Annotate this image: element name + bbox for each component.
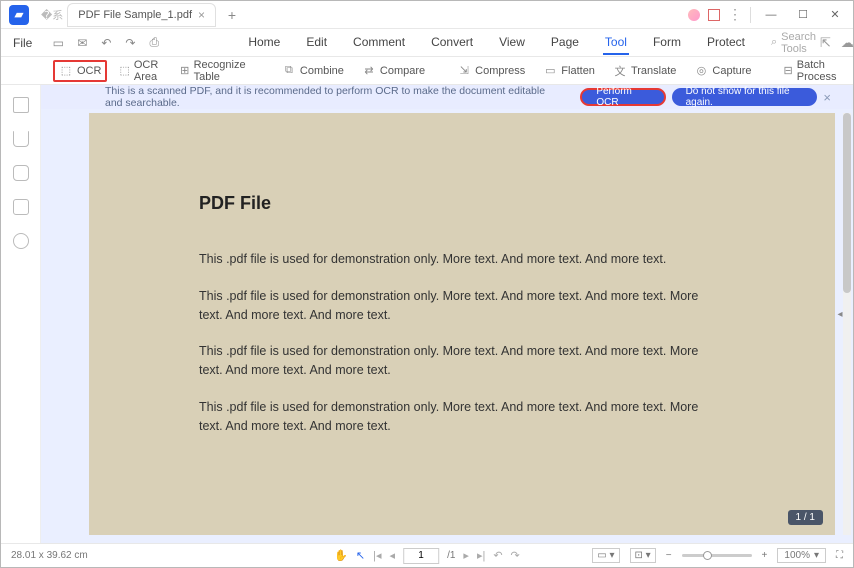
view-mode-icon[interactable]: ▭ ▾	[592, 548, 619, 563]
zoom-level[interactable]: 100%▾	[777, 548, 826, 563]
fit-mode-icon[interactable]: ⊡ ▾	[630, 548, 656, 563]
select-tool-icon[interactable]: ↖	[356, 549, 365, 562]
menu-tool[interactable]: Tool	[603, 31, 629, 55]
attachments-icon[interactable]	[13, 165, 29, 181]
compare-icon: ⇄	[362, 64, 376, 78]
menu-convert[interactable]: Convert	[429, 31, 475, 55]
document-page: PDF File This .pdf file is used for demo…	[89, 113, 835, 535]
menubar: File ▭ ✉ ↶ ↷ ⎙ Home Edit Comment Convert…	[1, 29, 853, 57]
statusbar: 28.01 x 39.62 cm ✋ ↖ |◂ ◂ /1 ▸ ▸| ↶ ↷ ▭ …	[1, 543, 853, 567]
zoom-out-icon[interactable]: −	[666, 550, 672, 561]
document-viewport: This is a scanned PDF, and it is recomme…	[41, 85, 853, 543]
right-panel-handle[interactable]: ◂	[837, 299, 843, 329]
table-icon: ⊞	[180, 64, 190, 78]
new-tab-button[interactable]: +	[222, 7, 242, 23]
notification-icon[interactable]	[708, 9, 720, 21]
profile-icon[interactable]	[688, 9, 700, 21]
save-icon[interactable]: ▭	[50, 35, 66, 51]
app-icon: ▰	[9, 5, 29, 25]
capture-button[interactable]: ◎Capture	[688, 61, 757, 81]
combine-button[interactable]: ⧉Combine	[276, 61, 350, 81]
batch-icon: ⊟	[784, 64, 793, 78]
compress-icon: ⇲	[457, 64, 471, 78]
chevron-down-icon: ▾	[814, 550, 819, 561]
menu-home[interactable]: Home	[246, 31, 282, 55]
doc-paragraph: This .pdf file is used for demonstration…	[199, 342, 725, 380]
hand-tool-icon[interactable]: ✋	[334, 549, 348, 562]
ocr-banner: This is a scanned PDF, and it is recomme…	[41, 85, 853, 109]
cloud-icon[interactable]: ☁	[841, 35, 854, 51]
document-tab[interactable]: PDF File Sample_1.pdf ×	[67, 3, 216, 27]
menu-edit[interactable]: Edit	[304, 31, 329, 55]
close-button[interactable]: ✕	[823, 5, 847, 25]
batch-button[interactable]: ⊟Batch Process	[778, 56, 848, 86]
translate-icon: 文	[613, 64, 627, 78]
layers-icon[interactable]	[13, 199, 29, 215]
last-page-icon[interactable]: ▸|	[477, 549, 485, 562]
compare-button[interactable]: ⇄Compare	[356, 61, 431, 81]
ocr-area-icon: ⬚	[119, 64, 129, 78]
flatten-button[interactable]: ▭Flatten	[537, 61, 601, 81]
menu-view[interactable]: View	[497, 31, 527, 55]
file-menu[interactable]: File	[7, 34, 38, 52]
first-page-icon[interactable]: |◂	[373, 549, 381, 562]
zoom-slider[interactable]	[682, 554, 752, 557]
flatten-icon: ▭	[543, 64, 557, 78]
toolbar: ⬚OCR ⬚OCR Area ⊞Recognize Table ⧉Combine…	[1, 57, 853, 85]
doc-paragraph: This .pdf file is used for demonstration…	[199, 250, 725, 269]
titlebar: ▰ �系 PDF File Sample_1.pdf × + ⋮ — ☐ ✕	[1, 1, 853, 29]
search-tools[interactable]: ⌕ Search Tools	[771, 31, 816, 55]
combine-icon: ⧉	[282, 64, 296, 78]
vertical-scrollbar[interactable]	[843, 113, 851, 535]
recognize-table-button[interactable]: ⊞Recognize Table	[174, 56, 256, 86]
tab-title: PDF File Sample_1.pdf	[78, 9, 192, 21]
doc-paragraph: This .pdf file is used for demonstration…	[199, 287, 725, 325]
perform-ocr-button[interactable]: Perform OCR	[580, 88, 665, 106]
zoom-in-icon[interactable]: +	[762, 550, 768, 561]
page-total: /1	[447, 550, 455, 561]
print-icon[interactable]: ⎙	[146, 35, 162, 51]
menu-page[interactable]: Page	[549, 31, 581, 55]
main-menu: Home Edit Comment Convert View Page Tool…	[246, 31, 747, 55]
compress-button[interactable]: ⇲Compress	[451, 61, 531, 81]
redo-icon[interactable]: ↷	[122, 35, 138, 51]
fullscreen-icon[interactable]: ⛶	[836, 550, 843, 561]
menu-protect[interactable]: Protect	[705, 31, 747, 55]
ocr-button[interactable]: ⬚OCR	[53, 60, 107, 82]
bookmarks-icon[interactable]	[13, 131, 29, 147]
prev-page-icon[interactable]: ◂	[390, 549, 396, 562]
scrollbar-thumb[interactable]	[843, 113, 851, 293]
tab-save-icon: �系	[41, 7, 63, 23]
doc-paragraph: This .pdf file is used for demonstration…	[199, 398, 725, 436]
mail-icon[interactable]: ✉	[74, 35, 90, 51]
menu-comment[interactable]: Comment	[351, 31, 407, 55]
more-icon[interactable]: ⋮	[728, 6, 742, 23]
banner-close-icon[interactable]: ×	[817, 90, 837, 105]
translate-button[interactable]: 文Translate	[607, 61, 682, 81]
share-icon[interactable]: ⇱	[820, 35, 831, 51]
ocr-area-button[interactable]: ⬚OCR Area	[113, 56, 167, 86]
left-rail	[1, 85, 41, 543]
page-number-input[interactable]	[403, 548, 439, 564]
tab-close-icon[interactable]: ×	[198, 8, 205, 22]
page-dimensions: 28.01 x 39.62 cm	[11, 550, 88, 561]
minimize-button[interactable]: —	[759, 5, 783, 25]
page-indicator: 1 / 1	[788, 510, 823, 525]
thumbnails-icon[interactable]	[13, 97, 29, 113]
dismiss-banner-button[interactable]: Do not show for this file again.	[672, 88, 818, 106]
search-icon: ⌕	[771, 36, 777, 49]
ocr-icon: ⬚	[59, 64, 73, 78]
banner-message: This is a scanned PDF, and it is recomme…	[105, 85, 560, 109]
next-page-icon[interactable]: ▸	[463, 549, 469, 562]
capture-icon: ◎	[694, 64, 708, 78]
comments-icon[interactable]	[13, 233, 29, 249]
maximize-button[interactable]: ☐	[791, 5, 815, 25]
rotate-left-icon[interactable]: ↶	[493, 549, 502, 562]
doc-title: PDF File	[199, 193, 725, 214]
undo-icon[interactable]: ↶	[98, 35, 114, 51]
menu-form[interactable]: Form	[651, 31, 683, 55]
rotate-right-icon[interactable]: ↷	[511, 549, 520, 562]
